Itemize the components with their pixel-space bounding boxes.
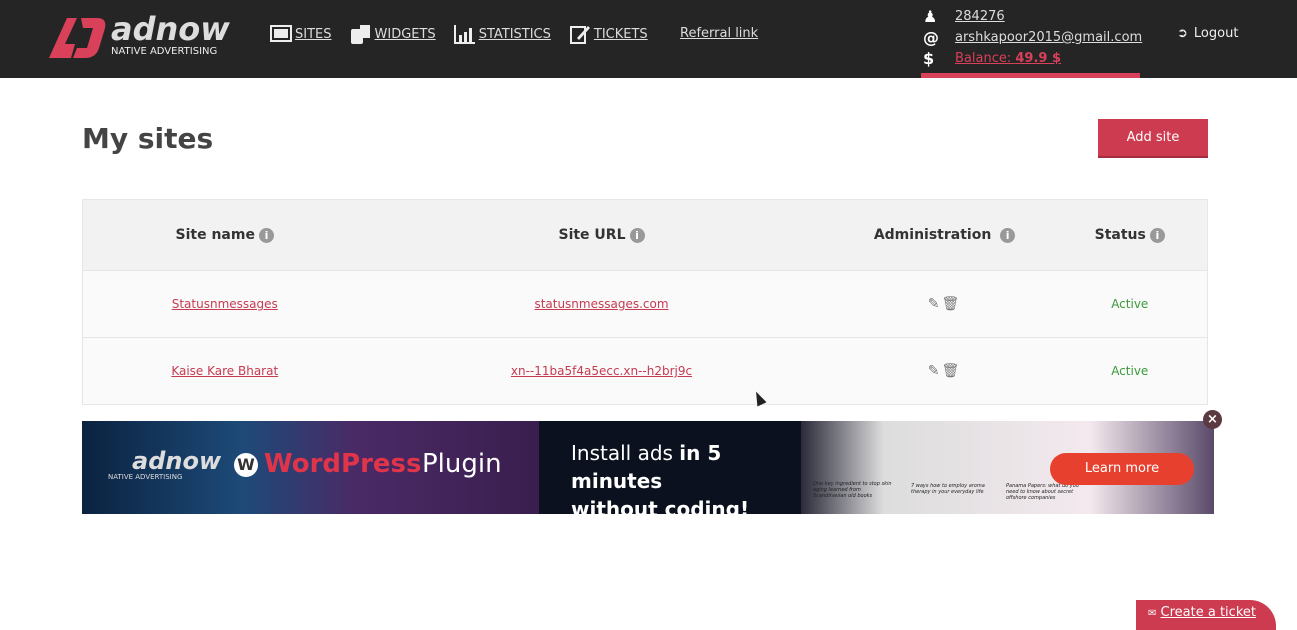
logout-button[interactable]: ➲ Logout xyxy=(1177,26,1238,41)
sites-table: Site name i Site URL i Administration i St… xyxy=(82,199,1208,405)
balance-value: 49.9 $ xyxy=(1015,51,1062,66)
banner-right: One key ingredient to stop skin aging le… xyxy=(801,421,1214,514)
status-badge: Active xyxy=(1052,337,1208,405)
logout-label: Logout xyxy=(1193,26,1239,41)
envelope-icon: ✉ xyxy=(1148,608,1157,619)
banner-wordpress: WordPress xyxy=(264,449,422,479)
balance-indicator-bar xyxy=(921,73,1140,78)
nav-sites[interactable]: SITES xyxy=(270,24,332,44)
logo-subtitle: NATIVE ADVERTISING xyxy=(111,46,218,57)
edit-icon[interactable]: ✎ xyxy=(928,296,942,312)
adnow-logo[interactable]: adnow NATIVE ADVERTISING xyxy=(47,10,237,64)
nav-label: WIDGETS xyxy=(374,26,436,42)
sites-icon xyxy=(270,24,292,44)
site-name-link[interactable]: Kaise Kare Bharat xyxy=(171,364,278,378)
wordpress-icon: W xyxy=(234,453,258,477)
dollar-icon: $ xyxy=(923,49,935,68)
column-header-administration: Administration i xyxy=(836,199,1053,271)
site-url-link[interactable]: statusnmessages.com xyxy=(534,297,668,311)
banner-plugin: Plugin xyxy=(422,449,502,479)
banner-middle: Install ads in 5 minutes without coding! xyxy=(539,421,801,514)
create-ticket-button[interactable]: ✉ Create a ticket xyxy=(1136,600,1276,630)
column-header-site-url: Site URL i xyxy=(366,199,837,271)
site-url-link[interactable]: xn--11ba5f4a5ecc.xn--h2brj9c xyxy=(511,364,692,378)
user-icon: ♟ xyxy=(923,7,938,26)
column-label: Site URL xyxy=(558,227,626,243)
user-id-link[interactable]: 284276 xyxy=(955,9,1005,24)
nav-statistics[interactable]: STATISTICS xyxy=(453,24,551,44)
balance-link[interactable]: Balance: 49.9 $ xyxy=(955,51,1061,66)
nav-widgets[interactable]: WIDGETS xyxy=(350,24,436,44)
site-name-link[interactable]: Statusnmessages xyxy=(172,297,278,311)
column-label: Site name xyxy=(175,227,255,243)
email-icon: @ xyxy=(923,28,939,47)
email-link[interactable]: arshkapoor2015@gmail.com xyxy=(955,30,1142,45)
logout-icon: ➲ xyxy=(1177,26,1188,41)
info-icon[interactable]: i xyxy=(258,227,274,243)
widgets-icon xyxy=(350,24,372,44)
banner-text: Install ads xyxy=(571,441,680,465)
wordpress-plugin-banner[interactable]: adnow NATIVE ADVERTISING W WordPress Plu… xyxy=(82,421,1214,514)
nav-label: TICKETS xyxy=(593,26,648,42)
card-caption: Panama Papers: what do you need to know … xyxy=(1006,483,1079,501)
card-caption: One key ingredient to stop skin aging le… xyxy=(813,481,892,499)
nav-label: SITES xyxy=(295,26,332,42)
statistics-icon xyxy=(453,24,476,44)
learn-more-button[interactable]: Learn more xyxy=(1050,453,1194,485)
column-header-site-name: Site name i xyxy=(82,199,367,271)
banner-logo-text: adnow xyxy=(132,447,222,475)
nav-label: STATISTICS xyxy=(478,26,551,42)
tickets-icon xyxy=(569,24,591,44)
nav-tickets[interactable]: TICKETS xyxy=(569,24,648,44)
banner-logo-sub: NATIVE ADVERTISING xyxy=(108,473,183,481)
user-panel: ♟ 284276 @ arshkapoor2015@gmail.com $ Balan… xyxy=(921,6,1142,69)
trash-icon[interactable]: 🗑 xyxy=(941,296,961,312)
info-icon[interactable]: i xyxy=(629,227,645,243)
top-header: adnow NATIVE ADVERTISING SITES WIDGETS S… xyxy=(0,0,1297,78)
close-banner-icon[interactable]: × xyxy=(1203,410,1222,429)
info-icon[interactable]: i xyxy=(1149,227,1165,243)
table-row: Kaise Kare Bharat xn--11ba5f4a5ecc.xn--h… xyxy=(82,337,1208,405)
status-badge: Active xyxy=(1052,270,1208,338)
info-icon[interactable]: i xyxy=(1000,227,1016,243)
referral-link[interactable]: Referral link xyxy=(680,26,758,41)
column-label: Administration xyxy=(873,227,992,243)
table-row: Statusnmessages statusnmessages.com ✎🗑 A… xyxy=(82,270,1208,338)
banner-left: adnow NATIVE ADVERTISING W WordPress Plu… xyxy=(82,421,539,514)
balance-label: Balance: xyxy=(955,51,1012,66)
main-nav: SITES WIDGETS STATISTICS TICKETS xyxy=(270,24,648,44)
banner-text-bold: without coding! xyxy=(571,497,750,514)
create-ticket-label: Create a ticket xyxy=(1160,605,1256,620)
logo-mark-icon xyxy=(49,18,106,58)
page-title: My sites xyxy=(82,122,214,155)
card-caption: 7 ways how to employ aroma therapy in yo… xyxy=(911,483,985,495)
trash-icon[interactable]: 🗑 xyxy=(941,363,961,379)
column-header-status: Status i xyxy=(1052,199,1208,271)
edit-icon[interactable]: ✎ xyxy=(928,363,942,379)
column-label: Status xyxy=(1094,227,1146,243)
logo-text: adnow xyxy=(111,10,230,48)
add-site-button[interactable]: Add site xyxy=(1098,119,1208,156)
